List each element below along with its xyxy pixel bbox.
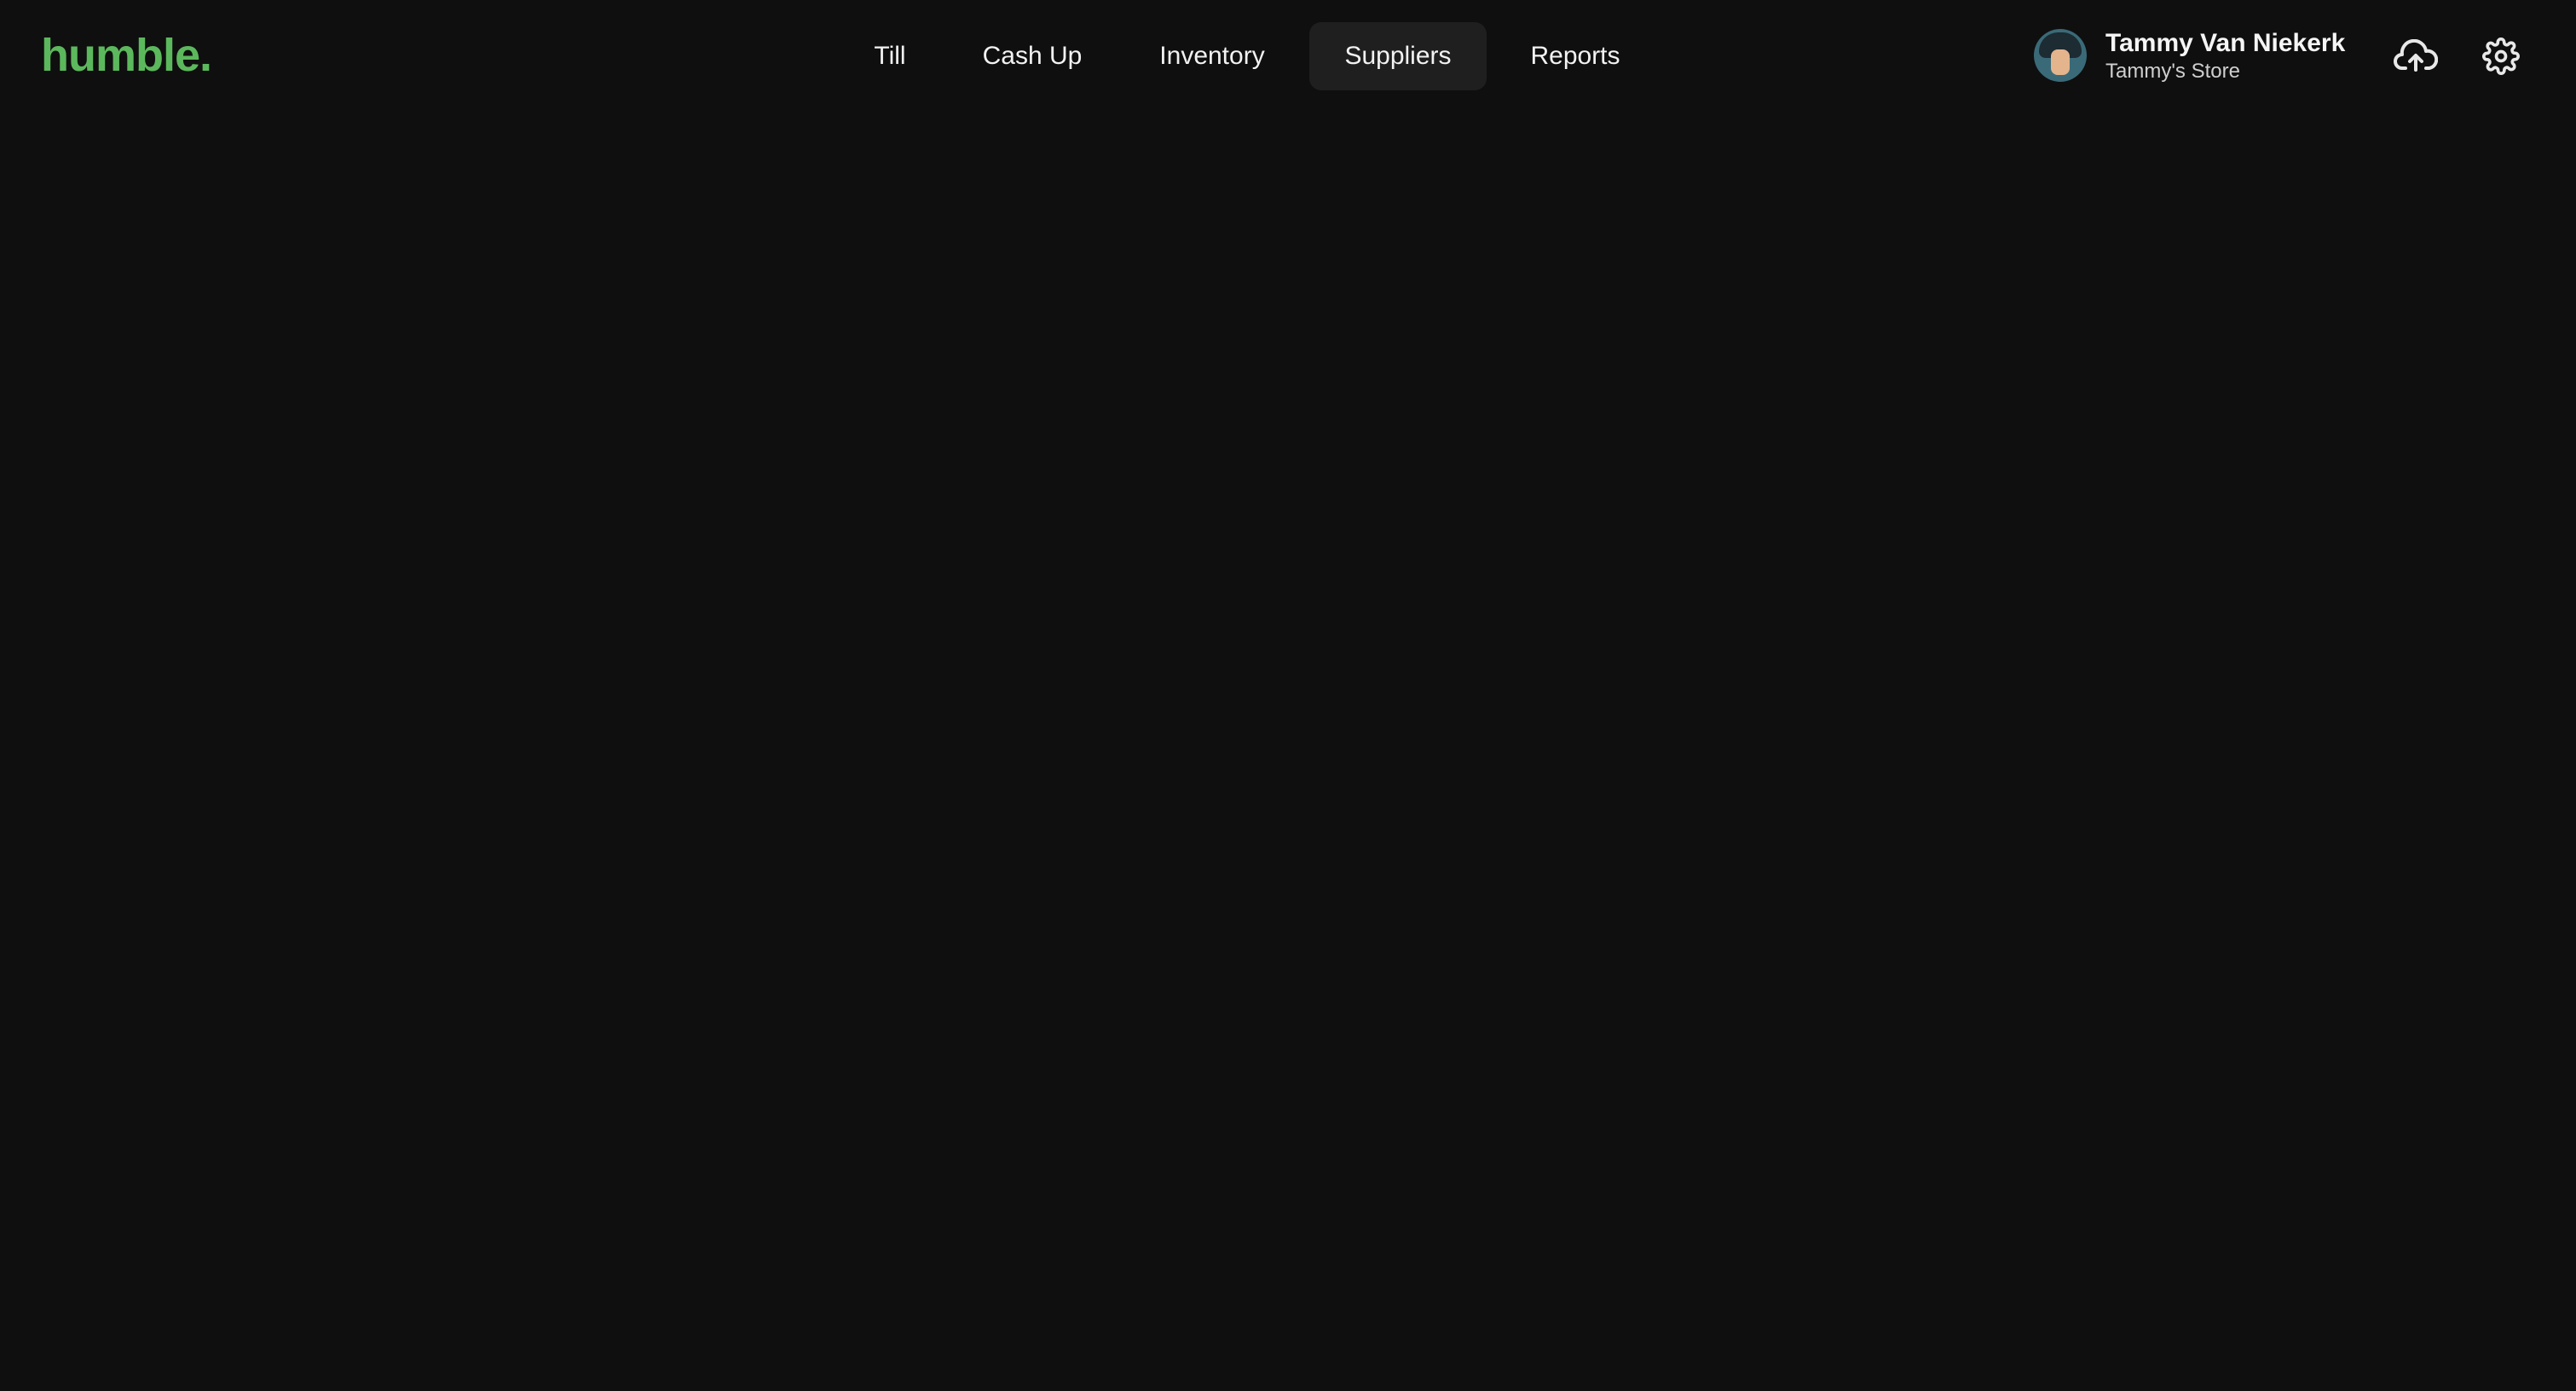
gear-icon[interactable] [2475,31,2527,82]
top-bar: humble. Till Cash Up Inventory Suppliers… [0,0,2576,111]
sidebar [0,111,614,1391]
user-name: Tammy Van Niekerk [2105,29,2346,57]
sidebar-item-suppliers[interactable] [43,111,584,222]
nav-inventory[interactable]: Inventory [1139,22,1285,90]
user-store: Tammy's Store [2105,60,2240,83]
humble-logo[interactable]: humble. [41,29,212,82]
nav-reports[interactable]: Reports [1516,22,1635,90]
avatar [2034,29,2087,82]
nav-suppliers[interactable]: Suppliers [1309,22,1487,90]
nav-cash-up[interactable]: Cash Up [965,22,1100,90]
app-window: humble. Till Cash Up Inventory Suppliers… [0,0,2576,1391]
cloud-upload-icon[interactable] [2390,31,2441,82]
nav-till[interactable]: Till [854,22,926,90]
user-profile[interactable]: Tammy Van Niekerk Tammy's Store [2034,29,2375,84]
